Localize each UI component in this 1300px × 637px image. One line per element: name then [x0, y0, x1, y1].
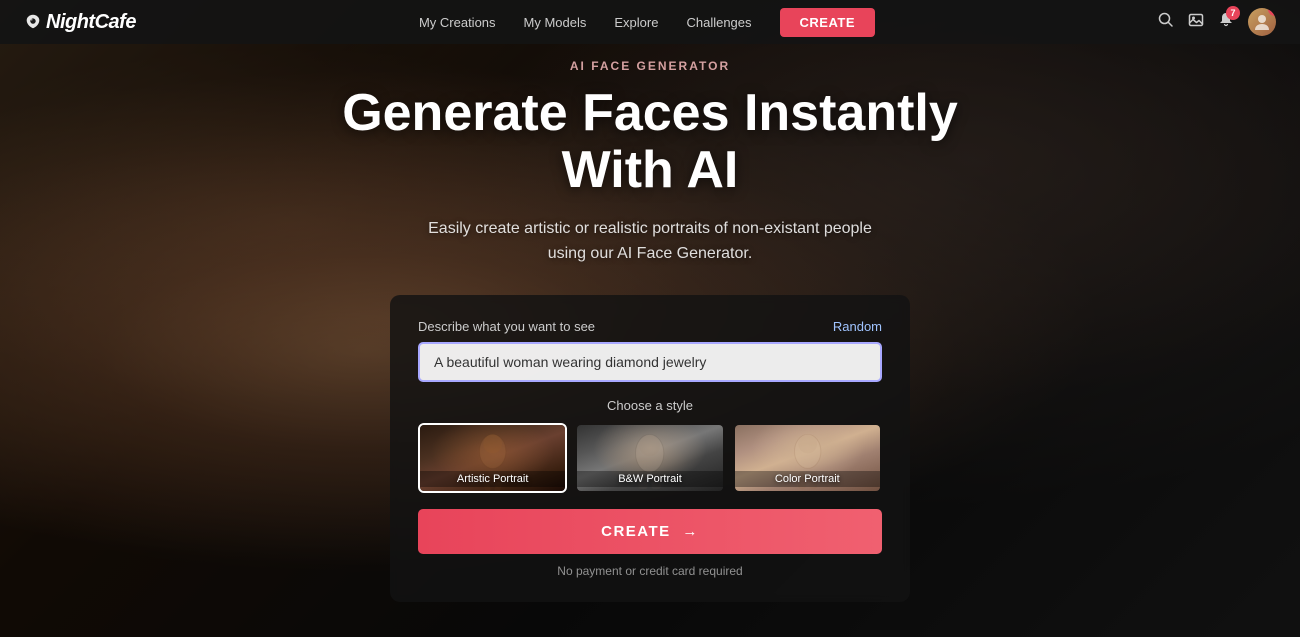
style-name-artistic: Artistic Portrait — [420, 471, 565, 487]
nav-create-button[interactable]: CREATE — [780, 8, 875, 37]
nav-challenges[interactable]: Challenges — [686, 15, 751, 30]
navbar: NightCafe My Creations My Models Explore… — [0, 0, 1300, 44]
describe-input[interactable] — [418, 342, 882, 382]
style-card-artistic[interactable]: Artistic Portrait — [418, 423, 567, 493]
nav-my-creations[interactable]: My Creations — [419, 15, 496, 30]
hero-desc-line2: using our AI Face Generator. — [548, 245, 753, 262]
create-button[interactable]: CREATE → — [418, 509, 882, 554]
logo-text: NightCafe — [46, 11, 136, 34]
random-link[interactable]: Random — [833, 319, 882, 334]
hero-content: AI FACE GENERATOR Generate Faces Instant… — [0, 44, 1300, 637]
navbar-icons: 7 5 — [1158, 8, 1276, 36]
hero-desc-line1: Easily create artistic or realistic port… — [428, 220, 872, 237]
bell-badge: 7 — [1226, 6, 1240, 20]
nav-explore[interactable]: Explore — [614, 15, 658, 30]
style-card-color[interactable]: Color Portrait — [733, 423, 882, 493]
form-area: Describe what you want to see Random Cho… — [390, 295, 910, 602]
style-name-bw: B&W Portrait — [577, 471, 722, 487]
logo-icon — [24, 13, 42, 31]
subtitle-tag: AI FACE GENERATOR — [310, 59, 990, 73]
style-grid: Artistic Portrait B&W Portrait — [418, 423, 882, 493]
no-payment-text: No payment or credit card required — [418, 564, 882, 578]
hero-title: Generate Faces Instantly With AI — [310, 85, 990, 199]
create-arrow-icon: → — [682, 523, 699, 540]
style-card-bw[interactable]: B&W Portrait — [575, 423, 724, 493]
navbar-nav: My Creations My Models Explore Challenge… — [419, 8, 875, 37]
describe-label: Describe what you want to see — [418, 319, 595, 334]
search-icon[interactable] — [1158, 12, 1174, 33]
nav-my-models[interactable]: My Models — [524, 15, 587, 30]
style-name-color: Color Portrait — [735, 471, 880, 487]
hero-description: Easily create artistic or realistic port… — [310, 216, 990, 267]
logo[interactable]: NightCafe — [24, 11, 136, 34]
style-label: Choose a style — [418, 398, 882, 413]
image-icon[interactable] — [1188, 12, 1204, 33]
describe-label-row: Describe what you want to see Random — [418, 319, 882, 334]
user-avatar[interactable]: 5 — [1248, 8, 1276, 36]
bell-icon[interactable]: 7 — [1218, 12, 1234, 33]
hero-inner: AI FACE GENERATOR Generate Faces Instant… — [310, 59, 990, 602]
